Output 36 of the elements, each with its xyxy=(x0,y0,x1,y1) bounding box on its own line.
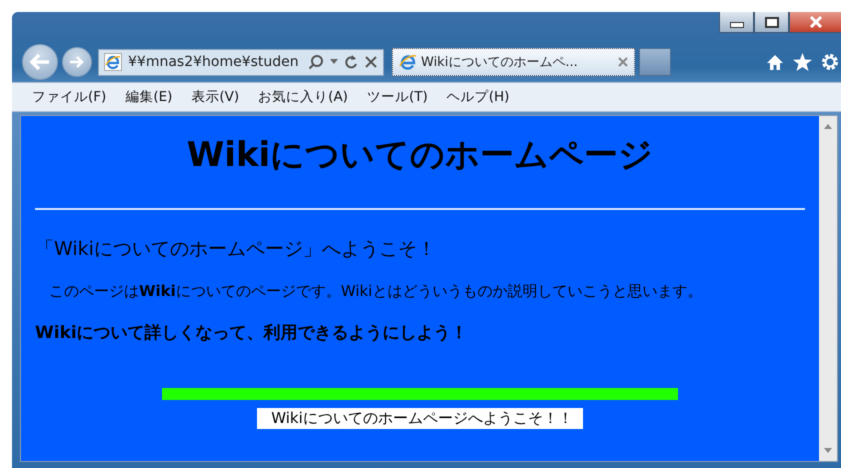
call-to-action-text: Wikiについて詳しくなって、利用できるようにしよう！ xyxy=(35,322,469,344)
scroll-up-icon[interactable] xyxy=(824,124,832,129)
close-icon[interactable] xyxy=(618,57,628,67)
minimize-button[interactable] xyxy=(719,12,754,33)
new-tab-button[interactable] xyxy=(639,48,671,76)
scroll-down-icon[interactable] xyxy=(824,448,832,453)
back-button[interactable] xyxy=(22,44,58,80)
browser-tab[interactable]: Wikiについてのホームペ... xyxy=(392,48,635,76)
close-icon[interactable] xyxy=(364,55,378,69)
search-icon[interactable] xyxy=(308,54,324,70)
menu-item[interactable]: お気に入り(A) xyxy=(258,88,348,106)
menu-item[interactable]: 編集(E) xyxy=(125,88,172,106)
settings-icon[interactable] xyxy=(821,53,839,71)
star-icon[interactable] xyxy=(793,53,812,71)
dropdown-icon[interactable] xyxy=(330,59,338,65)
welcome-banner: Wikiについてのホームページへようこそ！！ xyxy=(257,408,583,429)
refresh-icon[interactable] xyxy=(344,54,358,70)
forward-button[interactable] xyxy=(62,47,92,77)
home-icon[interactable] xyxy=(766,54,784,70)
address-text: ¥¥mnas2¥home¥studen xyxy=(128,54,300,70)
forward-arrow-icon xyxy=(69,55,85,69)
maximize-button[interactable] xyxy=(754,12,789,33)
close-button[interactable] xyxy=(789,12,841,33)
menu-item[interactable]: 表示(V) xyxy=(191,88,240,106)
welcome-heading: 「Wikiについてのホームページ」へようこそ！ xyxy=(35,237,437,262)
page-heading: Wikiについてのホームページ xyxy=(186,134,654,177)
menu-item[interactable]: ヘルプ(H) xyxy=(446,88,510,106)
menu-item[interactable]: ツール(T) xyxy=(366,88,428,106)
browser-logo-icon xyxy=(399,53,417,71)
back-arrow-icon xyxy=(29,53,51,71)
browser-logo-icon xyxy=(104,53,122,71)
address-bar[interactable]: ¥¥mnas2¥home¥studen xyxy=(98,48,384,76)
close-icon xyxy=(808,16,822,28)
intro-paragraph: このページはWikiについてのページです。Wikiとはどういうものか説明していこうと思います。 xyxy=(49,282,704,301)
vertical-scrollbar[interactable] xyxy=(819,116,837,461)
menu-item[interactable]: ファイル(F) xyxy=(32,88,106,106)
